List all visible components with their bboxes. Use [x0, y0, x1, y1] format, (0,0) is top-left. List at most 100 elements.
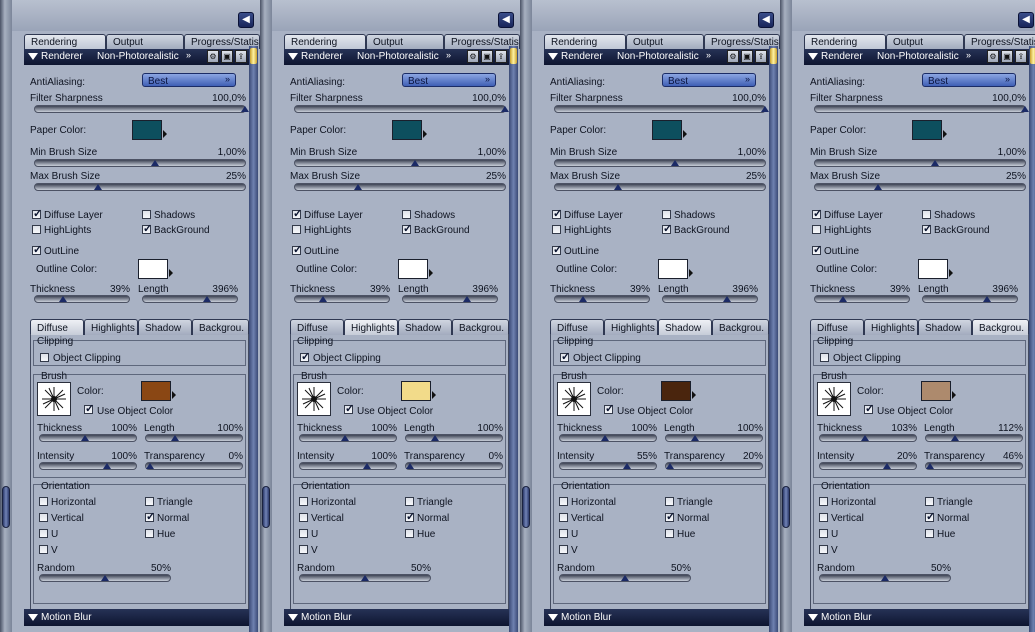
save-icon[interactable]: ▣: [741, 50, 753, 63]
slider-thumb[interactable]: [94, 184, 102, 190]
v-checkbox[interactable]: [39, 545, 48, 554]
brush-color-swatch[interactable]: [401, 381, 431, 401]
brush-thickness-slider[interactable]: [559, 434, 657, 442]
load-icon[interactable]: ⇪: [235, 50, 247, 63]
brush-thickness-slider[interactable]: [299, 434, 397, 442]
slider-thumb[interactable]: [241, 106, 249, 112]
tab-rendering[interactable]: Rendering: [284, 34, 366, 49]
min-brush-size-slider[interactable]: [294, 159, 506, 167]
outline-color-swatch[interactable]: [918, 259, 948, 279]
slider-thumb[interactable]: [1021, 106, 1029, 112]
slider-thumb[interactable]: [361, 575, 369, 581]
diffuse-layer-checkbox[interactable]: [552, 207, 562, 220]
normal-checkbox[interactable]: [665, 510, 675, 523]
outline-length-slider[interactable]: [922, 295, 1018, 303]
brush-length-slider[interactable]: [925, 434, 1023, 442]
horizontal-checkbox[interactable]: [559, 497, 568, 506]
color-arrow-icon[interactable]: [429, 269, 433, 277]
save-icon[interactable]: ▣: [1001, 50, 1013, 63]
expand-triangle-icon[interactable]: [808, 614, 818, 621]
slider-thumb[interactable]: [761, 106, 769, 112]
slider-thumb[interactable]: [690, 435, 699, 441]
tab-shadow[interactable]: Shadow: [658, 319, 712, 335]
tab-output[interactable]: Output: [366, 34, 444, 49]
outline-length-slider[interactable]: [142, 295, 238, 303]
brush-preview[interactable]: [37, 382, 71, 416]
tab-output[interactable]: Output: [886, 34, 964, 49]
tab-progress-statistics[interactable]: Progress/Statist.: [964, 34, 1035, 49]
random-slider[interactable]: [819, 574, 951, 582]
slider-thumb[interactable]: [103, 463, 112, 469]
expand-triangle-icon[interactable]: [548, 614, 558, 621]
background-checkbox[interactable]: [662, 222, 672, 235]
vertical-checkbox[interactable]: [299, 513, 308, 522]
paper-color-swatch[interactable]: [652, 120, 682, 140]
renderer-value[interactable]: Non-Photorealistic: [877, 51, 959, 62]
background-checkbox[interactable]: [922, 222, 932, 235]
slider-thumb[interactable]: [462, 296, 471, 302]
object-clipping-checkbox[interactable]: [300, 350, 310, 363]
diffuse-layer-checkbox[interactable]: [292, 207, 302, 220]
slider-thumb[interactable]: [722, 296, 731, 302]
slider-thumb[interactable]: [883, 463, 892, 469]
slider-thumb[interactable]: [410, 160, 419, 166]
renderer-value[interactable]: Non-Photorealistic: [97, 51, 179, 62]
min-brush-size-slider[interactable]: [814, 159, 1026, 167]
slider-thumb[interactable]: [341, 435, 350, 441]
antialiasing-select[interactable]: Best »: [922, 73, 1016, 87]
tab-diffuse[interactable]: Diffuse: [290, 319, 344, 335]
max-brush-size-slider[interactable]: [294, 183, 506, 191]
expand-triangle-icon[interactable]: [288, 614, 298, 621]
outline-color-swatch[interactable]: [398, 259, 428, 279]
brush-thickness-slider[interactable]: [819, 434, 917, 442]
slider-thumb[interactable]: [150, 160, 159, 166]
outline-color-swatch[interactable]: [658, 259, 688, 279]
diffuse-layer-checkbox[interactable]: [32, 207, 42, 220]
paper-color-swatch[interactable]: [132, 120, 162, 140]
network-icon[interactable]: ⚙: [987, 50, 999, 63]
dock-handle[interactable]: [2, 486, 10, 528]
filter-sharpness-slider[interactable]: [814, 105, 1029, 113]
motion-blur-header[interactable]: Motion Blur: [804, 609, 1029, 626]
slider-thumb[interactable]: [665, 463, 674, 469]
tab-shadow[interactable]: Shadow: [138, 319, 192, 335]
color-arrow-icon[interactable]: [169, 269, 173, 277]
outline-length-slider[interactable]: [402, 295, 498, 303]
brush-preview[interactable]: [557, 382, 591, 416]
color-arrow-icon[interactable]: [943, 130, 947, 138]
slider-thumb[interactable]: [405, 463, 414, 469]
dock-strip[interactable]: [520, 0, 532, 632]
load-icon[interactable]: ⇪: [1015, 50, 1027, 63]
slider-thumb[interactable]: [614, 184, 622, 190]
tab-rendering[interactable]: Rendering: [804, 34, 886, 49]
renderer-header[interactable]: Renderer Non-Photorealistic » ⚙ ▣ ⇪: [24, 49, 249, 65]
use-object-color-checkbox[interactable]: [604, 402, 614, 415]
slider-thumb[interactable]: [81, 435, 90, 441]
network-icon[interactable]: ⚙: [207, 50, 219, 63]
brush-length-slider[interactable]: [665, 434, 763, 442]
slider-thumb[interactable]: [982, 296, 991, 302]
tab-diffuse[interactable]: Diffuse: [810, 319, 864, 335]
shadows-checkbox[interactable]: [142, 210, 151, 219]
v-checkbox[interactable]: [299, 545, 308, 554]
transparency-slider[interactable]: [145, 462, 243, 470]
brush-color-swatch[interactable]: [921, 381, 951, 401]
tab-highlights[interactable]: Highlights: [84, 319, 138, 335]
hue-checkbox[interactable]: [405, 529, 414, 538]
triangle-checkbox[interactable]: [405, 497, 414, 506]
triangle-checkbox[interactable]: [925, 497, 934, 506]
hue-checkbox[interactable]: [925, 529, 934, 538]
vertical-checkbox[interactable]: [559, 513, 568, 522]
expand-triangle-icon[interactable]: [548, 53, 558, 60]
highlights-checkbox[interactable]: [812, 225, 821, 234]
tab-highlights[interactable]: Highlights: [864, 319, 918, 335]
u-checkbox[interactable]: [559, 529, 568, 538]
slider-thumb[interactable]: [354, 184, 362, 190]
outline-color-swatch[interactable]: [138, 259, 168, 279]
network-icon[interactable]: ⚙: [727, 50, 739, 63]
color-arrow-icon[interactable]: [949, 269, 953, 277]
tab-output[interactable]: Output: [626, 34, 704, 49]
outline-checkbox[interactable]: [812, 243, 822, 256]
tab-background[interactable]: Backgrou.: [192, 319, 249, 335]
filter-sharpness-slider[interactable]: [34, 105, 249, 113]
